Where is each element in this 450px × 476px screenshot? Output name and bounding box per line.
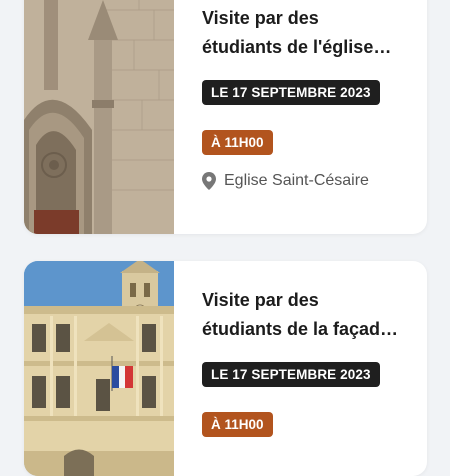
date-badge: LE 17 SEPTEMBRE 2023: [202, 80, 380, 105]
town-hall-photo: [24, 261, 174, 476]
event-location: Eglise Saint-Césaire: [202, 172, 415, 190]
date-badge: LE 17 SEPTEMBRE 2023: [202, 362, 380, 387]
event-image-church[interactable]: [24, 0, 174, 234]
event-image-town-hall[interactable]: [24, 261, 174, 476]
church-photo: [24, 0, 174, 234]
time-badge: À 11H00: [202, 130, 273, 155]
event-info: Visite par des étudiants de la façad… LE…: [202, 286, 415, 437]
event-info: Visite par des étudiants de l'église… LE…: [202, 4, 415, 190]
time-badge: À 11H00: [202, 412, 273, 437]
location-label: Eglise Saint-Césaire: [224, 172, 369, 189]
event-title[interactable]: Visite par des étudiants de la façad…: [202, 286, 415, 344]
event-card[interactable]: Visite par des étudiants de l'église… LE…: [24, 0, 427, 234]
event-title[interactable]: Visite par des étudiants de l'église…: [202, 4, 415, 62]
map-pin-icon: [202, 172, 216, 190]
event-card[interactable]: Visite par des étudiants de la façad… LE…: [24, 261, 427, 476]
